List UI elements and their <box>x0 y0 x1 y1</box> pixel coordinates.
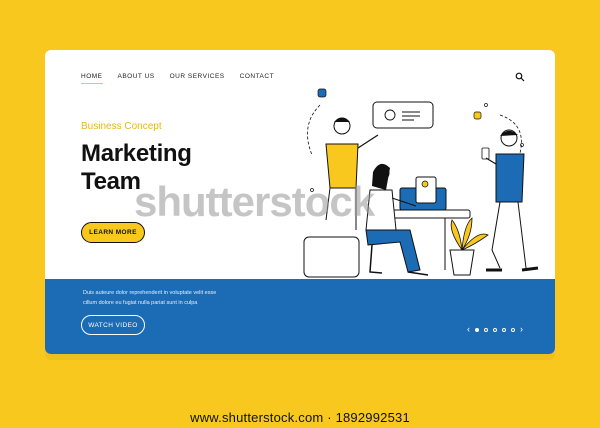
top-nav: HOME ABOUT US OUR SERVICES CONTACT <box>81 73 274 84</box>
pager-dot-1[interactable] <box>475 327 479 332</box>
footer-url: www.shutterstock.com · 1892992531 <box>190 410 410 425</box>
chevron-right-icon[interactable]: › <box>520 325 523 334</box>
pager-dot-2[interactable] <box>484 327 488 332</box>
nav-our-services[interactable]: OUR SERVICES <box>170 73 225 84</box>
bottom-banner: Duis auteure dolor reprehenderit in volu… <box>45 279 555 354</box>
description-line-2: cillum dolore eu fugiat nulla pariat sun… <box>83 300 198 306</box>
description-text: Duis auteure dolor reprehenderit in volu… <box>83 288 216 308</box>
description-line-1: Duis auteure dolor reprehenderit in volu… <box>83 290 217 296</box>
pager-dot-3[interactable] <box>493 327 497 332</box>
nav-home[interactable]: HOME <box>81 73 103 84</box>
watch-video-button[interactable]: WATCH VIDEO <box>81 315 145 335</box>
nav-about-us[interactable]: ABOUT US <box>118 73 155 84</box>
chevron-left-icon[interactable]: ‹ <box>467 325 470 334</box>
pager-dot-4[interactable] <box>502 327 506 332</box>
slider-pager: ‹ › <box>467 325 523 334</box>
eyebrow-text: Business Concept <box>81 121 162 132</box>
pager-dot-5[interactable] <box>511 327 515 332</box>
watermark: shutterstock <box>134 178 375 225</box>
